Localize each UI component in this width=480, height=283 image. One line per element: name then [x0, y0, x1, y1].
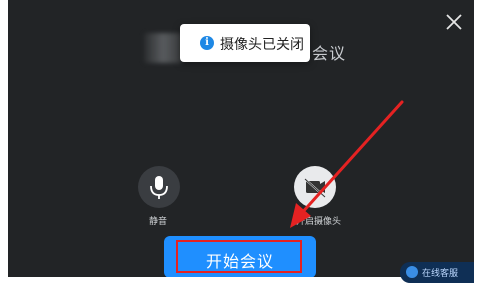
- camera-icon: [304, 178, 326, 198]
- start-meeting-label: 开始会议: [205, 252, 274, 271]
- start-meeting-button[interactable]: 开始会议: [164, 236, 316, 277]
- online-support-badge[interactable]: 在线客服: [400, 262, 474, 283]
- online-support-label: 在线客服: [422, 269, 459, 279]
- close-button[interactable]: [444, 12, 464, 32]
- camera-label: 开启摄像头: [296, 217, 342, 227]
- meeting-title-blurred: [144, 33, 182, 63]
- info-icon: i: [200, 36, 214, 50]
- support-icon: [406, 266, 418, 278]
- meeting-title: 会议: [312, 44, 347, 63]
- mute-button[interactable]: [138, 166, 180, 208]
- close-icon: [446, 14, 462, 30]
- microphone-icon: [150, 176, 168, 199]
- mute-label: 静音: [149, 217, 168, 227]
- toast-message: 摄像头已关闭: [220, 37, 304, 53]
- camera-toggle-button[interactable]: [294, 166, 336, 208]
- meeting-window: 会议 i 摄像头已关闭 静音 开启摄像头 开始会议: [8, 0, 474, 277]
- toast-notification: i 摄像头已关闭: [180, 24, 310, 62]
